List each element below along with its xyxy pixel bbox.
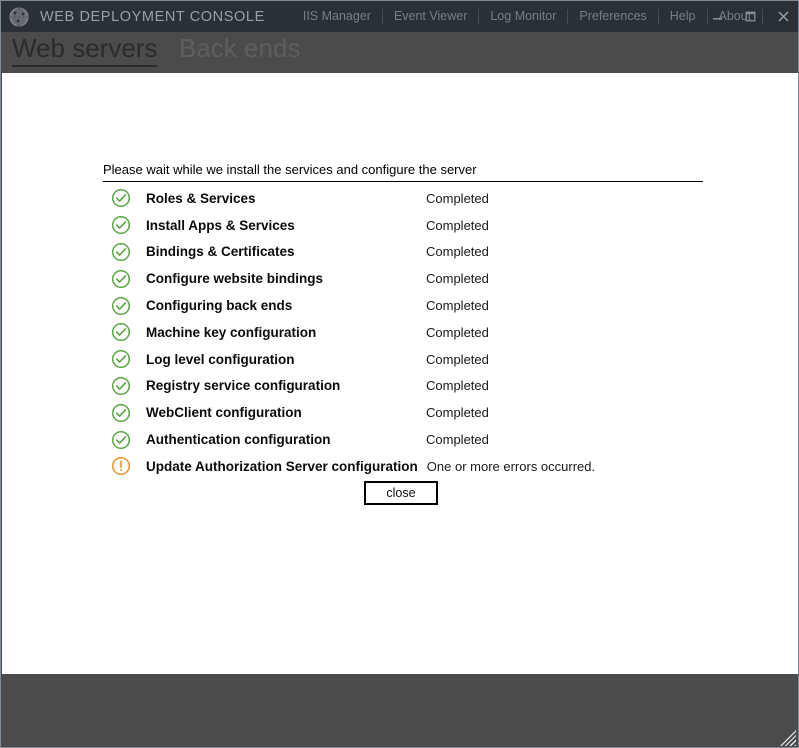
task-label: Install Apps & Services — [146, 218, 295, 233]
horizontal-divider — [103, 181, 703, 182]
check-circle-icon — [110, 375, 132, 397]
task-label: Log level configuration — [146, 352, 295, 367]
minimize-icon[interactable] — [701, 1, 734, 32]
check-circle-icon — [110, 295, 132, 317]
menu-item-help[interactable]: Help — [659, 1, 707, 32]
close-button[interactable]: close — [364, 481, 438, 505]
task-row: Registry service configuration Completed — [110, 373, 760, 400]
task-label: Update Authorization Server configuratio… — [146, 459, 418, 474]
check-circle-icon — [110, 429, 132, 451]
check-circle-icon — [110, 187, 132, 209]
main-menu: IIS Manager Event Viewer Log Monitor Pre… — [292, 1, 763, 32]
tab-web-servers[interactable]: Web servers — [12, 33, 157, 67]
task-row: Machine key configuration Completed — [110, 319, 760, 346]
task-status: Completed — [426, 405, 489, 420]
resize-grip[interactable] — [780, 730, 796, 746]
task-label: Configuring back ends — [146, 298, 292, 313]
task-status: Completed — [426, 191, 489, 206]
task-row: Roles & Services Completed — [110, 185, 760, 212]
menu-item-event-viewer[interactable]: Event Viewer — [383, 1, 478, 32]
instruction-text: Please wait while we install the service… — [103, 162, 703, 177]
task-status: Completed — [426, 298, 489, 313]
menu-item-iis-manager[interactable]: IIS Manager — [292, 1, 382, 32]
task-row: Authentication configuration Completed — [110, 426, 760, 453]
task-label: WebClient configuration — [146, 405, 302, 420]
check-circle-icon — [110, 321, 132, 343]
menu-item-log-monitor[interactable]: Log Monitor — [479, 1, 567, 32]
task-row: Install Apps & Services Completed — [110, 212, 760, 239]
globe-network-icon — [8, 6, 30, 28]
app-title: WEB DEPLOYMENT CONSOLE — [40, 9, 265, 25]
task-status: One or more errors occurred. — [427, 459, 595, 474]
task-status: Completed — [426, 244, 489, 259]
close-icon[interactable] — [767, 1, 799, 32]
application-window: WEB DEPLOYMENT CONSOLE IIS Manager Event… — [0, 0, 799, 748]
task-row: Log level configuration Completed — [110, 346, 760, 373]
tab-back-ends[interactable]: Back ends — [179, 33, 300, 64]
task-row: Configure website bindings Completed — [110, 265, 760, 292]
task-row: Configuring back ends Completed — [110, 292, 760, 319]
task-status: Completed — [426, 378, 489, 393]
tab-strip: Web servers Back ends — [1, 32, 799, 73]
task-label: Authentication configuration — [146, 432, 331, 447]
task-status: Completed — [426, 325, 489, 340]
task-status: Completed — [426, 271, 489, 286]
warning-circle-icon — [110, 455, 132, 477]
task-row: Update Authorization Server configuratio… — [110, 453, 760, 480]
task-row: WebClient configuration Completed — [110, 399, 760, 426]
task-status: Completed — [426, 218, 489, 233]
main-panel: Please wait while we install the service… — [2, 73, 798, 674]
task-list: Roles & ServicesCompletedInstall Apps & … — [110, 185, 760, 480]
check-circle-icon — [110, 214, 132, 236]
task-row: Bindings & Certificates Completed — [110, 239, 760, 266]
task-label: Roles & Services — [146, 191, 256, 206]
check-circle-icon — [110, 241, 132, 263]
title-bar: WEB DEPLOYMENT CONSOLE IIS Manager Event… — [1, 1, 799, 32]
check-circle-icon — [110, 402, 132, 424]
window-controls — [701, 1, 799, 32]
task-label: Configure website bindings — [146, 271, 323, 286]
maximize-icon[interactable] — [734, 1, 767, 32]
task-status: Completed — [426, 432, 489, 447]
task-status: Completed — [426, 352, 489, 367]
check-circle-icon — [110, 268, 132, 290]
task-label: Machine key configuration — [146, 325, 316, 340]
task-label: Bindings & Certificates — [146, 244, 295, 259]
task-label: Registry service configuration — [146, 378, 340, 393]
check-circle-icon — [110, 348, 132, 370]
footer-bar — [2, 674, 798, 748]
menu-item-preferences[interactable]: Preferences — [568, 1, 657, 32]
